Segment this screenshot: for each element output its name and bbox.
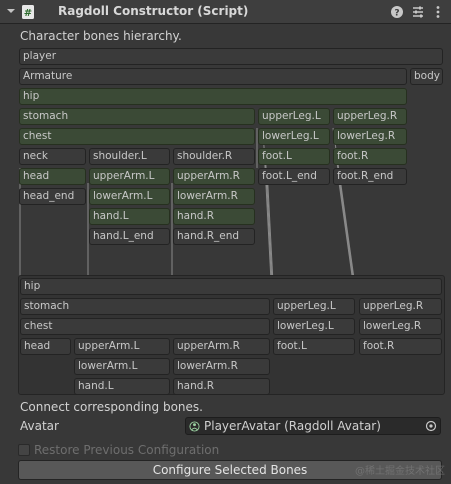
bone-stomach[interactable]: stomach <box>19 108 255 125</box>
bone-hand-l-end[interactable]: hand.L_end <box>89 228 170 245</box>
bone-foot-l[interactable]: foot.L <box>258 148 330 165</box>
bone-hip[interactable]: hip <box>19 88 407 105</box>
bone-lowerleg-l[interactable]: lowerLeg.L <box>258 128 330 145</box>
bone-foot-r[interactable]: foot.R <box>333 148 407 165</box>
bone-foot-l-end[interactable]: foot.L_end <box>258 168 330 185</box>
ragdoll-lowerarm-r[interactable]: lowerArm.R <box>173 358 270 375</box>
ragdoll-hand-l[interactable]: hand.L <box>74 378 170 395</box>
ragdoll-chest[interactable]: chest <box>20 318 270 335</box>
ragdoll-hip[interactable]: hip <box>20 278 442 295</box>
bone-head-end[interactable]: head_end <box>19 188 86 205</box>
foldout-arrow-icon[interactable] <box>5 5 17 17</box>
bone-hand-r-end[interactable]: hand.R_end <box>173 228 255 245</box>
ragdoll-upperarm-l[interactable]: upperArm.L <box>74 338 170 355</box>
inspector-header: # Ragdoll Constructor (Script) ? <box>0 0 451 24</box>
ragdoll-head[interactable]: head <box>20 338 71 355</box>
ragdoll-foot-l[interactable]: foot.L <box>273 338 355 355</box>
bone-upperleg-r[interactable]: upperLeg.R <box>333 108 407 125</box>
bone-neck[interactable]: neck <box>19 148 86 165</box>
help-icon[interactable]: ? <box>389 4 405 20</box>
bone-upperarm-r[interactable]: upperArm.R <box>173 168 255 185</box>
ragdoll-hand-r[interactable]: hand.R <box>173 378 270 395</box>
ragdoll-lowerleg-r[interactable]: lowerLeg.R <box>359 318 442 335</box>
bone-chest[interactable]: chest <box>19 128 255 145</box>
bone-lowerleg-r[interactable]: lowerLeg.R <box>333 128 407 145</box>
preset-icon[interactable] <box>410 4 426 20</box>
component-title: Ragdoll Constructor (Script) <box>58 4 249 18</box>
script-icon: # <box>22 5 34 19</box>
restore-config-label: Restore Previous Configuration <box>34 443 220 457</box>
bone-body[interactable]: body <box>410 68 443 85</box>
ragdoll-foot-r[interactable]: foot.R <box>359 338 442 355</box>
bone-shoulder-r[interactable]: shoulder.R <box>173 148 255 165</box>
bone-hand-l[interactable]: hand.L <box>89 208 170 225</box>
object-picker-icon[interactable] <box>425 420 437 432</box>
bone-upperarm-l[interactable]: upperArm.L <box>89 168 170 185</box>
ragdoll-lowerleg-l[interactable]: lowerLeg.L <box>273 318 355 335</box>
bone-upperleg-l[interactable]: upperLeg.L <box>258 108 330 125</box>
svg-text:#: # <box>24 8 32 19</box>
ragdoll-stomach[interactable]: stomach <box>20 298 270 315</box>
ragdoll-upperleg-r[interactable]: upperLeg.R <box>359 298 442 315</box>
avatar-asset-icon <box>189 421 200 432</box>
svg-text:?: ? <box>394 9 399 19</box>
bone-armature[interactable]: Armature <box>19 68 407 85</box>
bone-lowerarm-r[interactable]: lowerArm.R <box>173 188 255 205</box>
context-menu-icon[interactable] <box>430 4 446 20</box>
bone-lowerarm-l[interactable]: lowerArm.L <box>89 188 170 205</box>
bone-shoulder-l[interactable]: shoulder.L <box>89 148 170 165</box>
avatar-object-field[interactable]: PlayerAvatar (Ragdoll Avatar) <box>185 417 441 435</box>
bone-hand-r[interactable]: hand.R <box>173 208 255 225</box>
bone-foot-r-end[interactable]: foot.R_end <box>333 168 407 185</box>
restore-config-checkbox[interactable] <box>18 444 30 456</box>
ragdoll-upperleg-l[interactable]: upperLeg.L <box>273 298 355 315</box>
bone-player[interactable]: player <box>19 48 443 65</box>
ragdoll-lowerarm-l[interactable]: lowerArm.L <box>74 358 170 375</box>
bone-head[interactable]: head <box>19 168 86 185</box>
hierarchy-section-label: Character bones hierarchy. <box>20 29 182 43</box>
watermark: @稀土掘金技术社区 <box>355 466 445 477</box>
connect-section-label: Connect corresponding bones. <box>20 400 203 414</box>
avatar-label: Avatar <box>20 419 59 433</box>
avatar-field-value: PlayerAvatar (Ragdoll Avatar) <box>204 419 381 433</box>
ragdoll-upperarm-r[interactable]: upperArm.R <box>173 338 270 355</box>
